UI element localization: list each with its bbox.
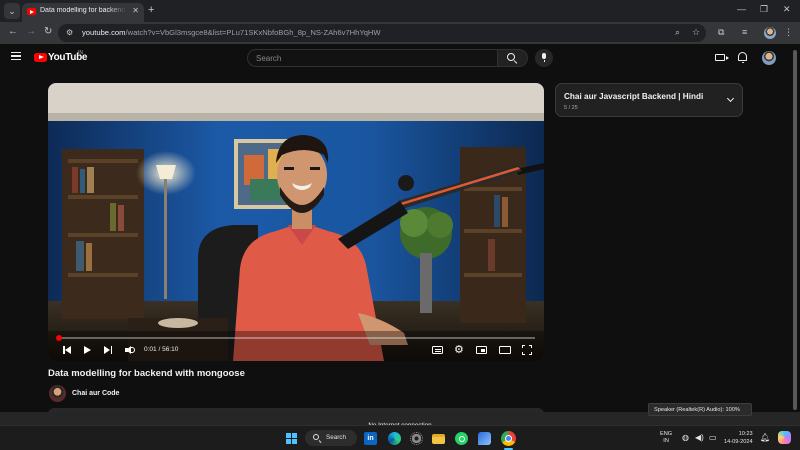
current-time: 0:01 bbox=[144, 346, 157, 353]
account-avatar[interactable] bbox=[762, 51, 776, 65]
volume-wave-icon bbox=[131, 347, 135, 353]
fullscreen-corner bbox=[529, 352, 532, 355]
fullscreen-icon[interactable] bbox=[522, 345, 532, 355]
zoom-magnifier-icon[interactable]: ⌕ bbox=[675, 27, 680, 38]
notification-bell-icon[interactable]: 🔔︎ bbox=[760, 433, 770, 442]
system-clock[interactable]: 10:23 14-09-2024 bbox=[724, 431, 753, 446]
progress-bar[interactable] bbox=[56, 335, 535, 341]
tab-search-dropdown-icon[interactable]: ⌄ bbox=[4, 3, 20, 19]
browser-toolbar: ← → ↻ ⚙ youtube.com/watch?v=VbGl3msgce8&… bbox=[0, 22, 800, 44]
remote-desktop-app-icon[interactable] bbox=[478, 432, 491, 445]
audio-tooltip-text: Speaker (Realtek(R) Audio): 100% bbox=[654, 406, 740, 413]
tab-close-icon[interactable]: ✕ bbox=[132, 6, 139, 15]
video-title: Data modelling for backend with mongoose bbox=[48, 368, 245, 379]
tab-title: Data modelling for backend wi bbox=[40, 7, 126, 14]
start-tile bbox=[286, 439, 291, 444]
reload-icon[interactable]: ↻ bbox=[44, 26, 52, 37]
back-arrow-icon[interactable]: ← bbox=[8, 26, 18, 37]
media-controls-icon[interactable]: ≡ bbox=[742, 27, 747, 37]
youtube-favicon-icon bbox=[27, 8, 36, 15]
play-icon[interactable] bbox=[84, 345, 92, 355]
progress-scrubber-handle[interactable] bbox=[56, 335, 62, 341]
language-secondary: IN bbox=[663, 438, 669, 444]
battery-icon[interactable]: ▭ bbox=[709, 433, 717, 442]
audio-tooltip: Speaker (Realtek(R) Audio): 100% bbox=[648, 403, 752, 416]
language-indicator[interactable]: ENG IN bbox=[660, 431, 672, 445]
search-button[interactable] bbox=[498, 49, 528, 67]
window-minimize-icon[interactable]: — bbox=[737, 4, 746, 14]
start-tile bbox=[286, 433, 291, 438]
forward-arrow-icon[interactable]: → bbox=[26, 26, 36, 37]
start-tile bbox=[292, 433, 297, 438]
edge-browser-icon[interactable] bbox=[388, 432, 401, 445]
voice-search-button[interactable] bbox=[535, 49, 553, 67]
new-tab-plus-icon[interactable]: + bbox=[148, 4, 154, 16]
browser-tab-active[interactable]: Data modelling for backend wi ✕ bbox=[22, 3, 144, 22]
window-restore-icon[interactable]: ❐ bbox=[760, 4, 768, 15]
search-icon bbox=[507, 53, 515, 61]
notifications-bell-icon[interactable] bbox=[738, 52, 747, 63]
playlist-title[interactable]: Chai aur Javascript Backend | Hindi bbox=[564, 92, 703, 101]
bookmark-star-icon[interactable]: ☆ bbox=[692, 27, 700, 38]
search-box[interactable] bbox=[247, 49, 498, 67]
browser-menu-icon[interactable]: ⋮ bbox=[784, 27, 793, 38]
channel-avatar[interactable] bbox=[49, 385, 66, 402]
theater-mode-icon[interactable] bbox=[499, 346, 511, 354]
settings-app-icon[interactable] bbox=[410, 432, 423, 445]
page-scrollbar[interactable] bbox=[793, 50, 797, 410]
playlist-position: 5 / 25 bbox=[564, 105, 578, 111]
volume-icon[interactable] bbox=[125, 345, 135, 355]
create-video-icon[interactable] bbox=[715, 54, 729, 61]
copilot-icon[interactable] bbox=[778, 431, 791, 444]
channel-name[interactable]: Chai aur Code bbox=[72, 390, 119, 397]
playlist-panel[interactable]: Chai aur Javascript Backend | Hindi 5 / … bbox=[555, 83, 743, 117]
network-globe-icon[interactable]: ◍ bbox=[682, 433, 689, 442]
browser-tab-strip: ⌄ Data modelling for backend wi ✕ + — ❐ … bbox=[0, 0, 800, 22]
windows-start-icon[interactable] bbox=[286, 433, 297, 444]
file-explorer-icon[interactable] bbox=[432, 434, 445, 444]
fullscreen-corner bbox=[522, 352, 525, 355]
linkedin-app-icon[interactable]: in bbox=[364, 432, 377, 445]
site-info-icon[interactable]: ⚙ bbox=[66, 28, 73, 37]
hamburger-menu-icon[interactable] bbox=[11, 52, 21, 60]
extensions-puzzle-icon[interactable]: ⧉ bbox=[718, 27, 724, 38]
time-display: 0:01 / 56:10 bbox=[144, 346, 179, 353]
search-input[interactable] bbox=[248, 50, 497, 66]
url-host: youtube.com bbox=[82, 28, 126, 37]
fullscreen-corner bbox=[529, 345, 532, 348]
video-player[interactable]: 0:01 / 56:10 ⚙ bbox=[48, 83, 544, 361]
subtitles-icon[interactable] bbox=[432, 346, 443, 354]
start-tile bbox=[292, 439, 297, 444]
taskbar-search-label: Search bbox=[326, 434, 346, 441]
youtube-logo-icon[interactable] bbox=[34, 53, 47, 62]
speaker-icon[interactable]: ◀) bbox=[695, 433, 704, 442]
window-close-icon[interactable]: ✕ bbox=[783, 4, 791, 15]
next-video-icon[interactable] bbox=[104, 345, 112, 355]
duration: 56:10 bbox=[162, 346, 179, 353]
video-frame bbox=[48, 83, 544, 361]
chevron-down-icon[interactable] bbox=[726, 94, 735, 103]
microphone-icon bbox=[542, 53, 546, 62]
previous-video-icon[interactable] bbox=[63, 345, 71, 355]
taskbar-search-button[interactable]: Search bbox=[305, 430, 357, 446]
browser-profile-avatar[interactable] bbox=[764, 27, 776, 39]
fullscreen-corner bbox=[522, 345, 525, 348]
whatsapp-app-icon[interactable] bbox=[455, 432, 468, 445]
country-code: IN bbox=[78, 50, 83, 56]
url-text[interactable]: youtube.com/watch?v=VbGl3msgce8&list=PLu… bbox=[82, 28, 381, 37]
settings-gear-icon[interactable]: ⚙ bbox=[454, 345, 464, 356]
search-icon bbox=[313, 434, 319, 440]
language-primary: ENG bbox=[660, 431, 673, 437]
chrome-app-icon[interactable] bbox=[501, 431, 516, 446]
clock-time: 10:23 bbox=[738, 431, 753, 437]
clock-date: 14-09-2024 bbox=[724, 438, 753, 445]
address-bar[interactable]: ⚙ youtube.com/watch?v=VbGl3msgce8&list=P… bbox=[58, 24, 706, 42]
url-path: /watch?v=VbGl3msgce8&list=PLu71SKxNbfoBG… bbox=[125, 28, 381, 37]
youtube-header: YouTube IN bbox=[0, 44, 800, 74]
windows-taskbar: Search in ENG IN ◍ ◀) ▭ 10:23 14-09-2024… bbox=[0, 425, 800, 450]
miniplayer-icon[interactable] bbox=[476, 346, 487, 354]
